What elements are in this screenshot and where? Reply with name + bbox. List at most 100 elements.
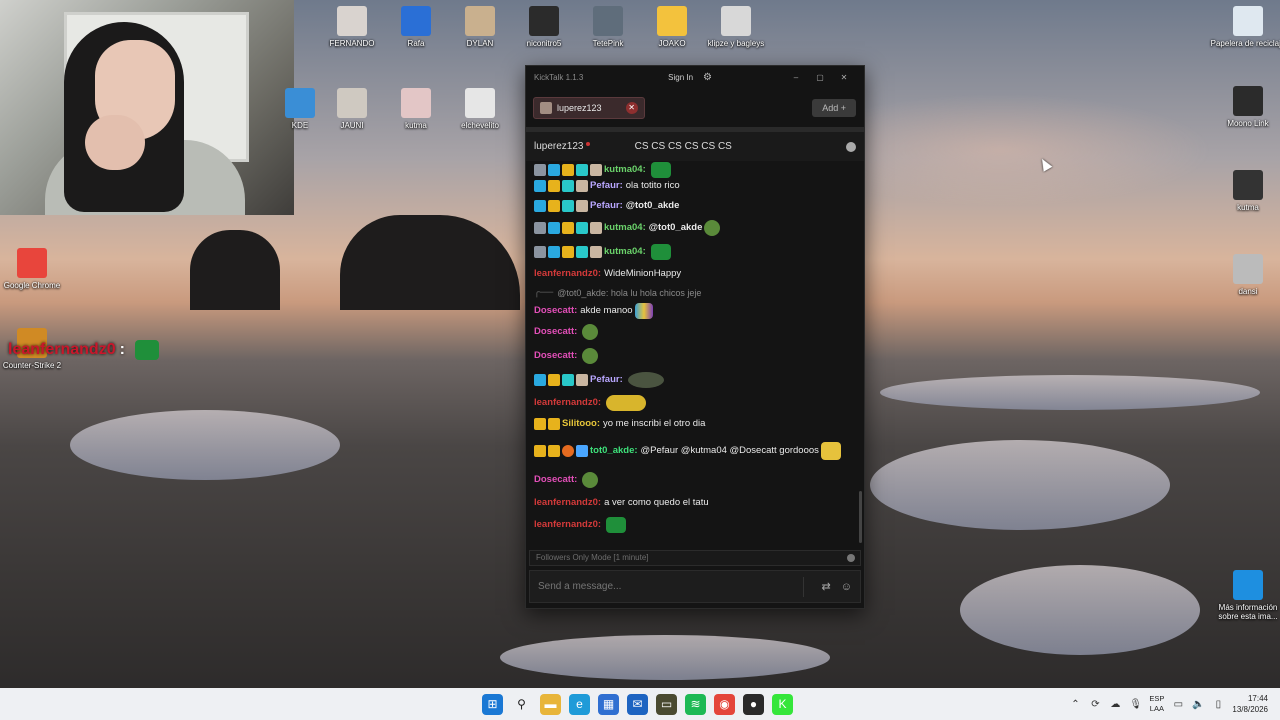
chat-username[interactable]: kutma04 (604, 163, 643, 177)
clock[interactable]: 17:44 13/8/2026 (1232, 693, 1268, 715)
green-emote[interactable] (650, 244, 671, 260)
desktop-shortcut[interactable]: klipze y bagleys (698, 6, 774, 48)
chat-username[interactable]: kutma04 (604, 221, 643, 235)
chat-message[interactable]: Dosecatt: (534, 468, 852, 492)
gold-badge-icon[interactable] (548, 445, 560, 457)
sign-in-button[interactable]: Sign In (668, 73, 693, 82)
chat-username[interactable]: Dosecatt (534, 304, 574, 318)
blue-badge-icon[interactable] (534, 200, 546, 212)
chat-username[interactable]: Dosecatt (534, 325, 574, 339)
kick-icon[interactable]: K (772, 693, 793, 715)
chat-message[interactable]: leanfernandz0: (534, 392, 852, 414)
chat-reply-line[interactable]: ╭── @tot0_akde: hola lu hola chicos jeje (534, 284, 852, 302)
store-icon[interactable]: ▦ (598, 693, 619, 715)
blue-badge-icon[interactable] (534, 180, 546, 192)
orange-badge-icon[interactable] (562, 445, 574, 457)
outlook-icon[interactable]: ✉ (627, 693, 648, 715)
pepe-emote[interactable] (582, 348, 599, 364)
file-explorer-icon[interactable]: ▬ (540, 693, 561, 715)
emote-picker-icon[interactable]: ☺ (841, 581, 852, 593)
green-emote[interactable] (606, 517, 627, 533)
chat-messages[interactable]: kutma04: Pefaur: ola totito rico Pefaur: @to… (526, 162, 860, 542)
microphone-icon[interactable]: 🎙 (1129, 699, 1142, 710)
chat-username[interactable]: Dosecatt (534, 473, 574, 487)
gold-badge-icon[interactable] (548, 418, 560, 430)
chat-username[interactable]: leanfernandz0 (534, 496, 598, 510)
desktop-shortcut[interactable]: Más información sobre esta ima... (1210, 570, 1280, 621)
grey-badge-icon[interactable] (534, 246, 546, 258)
chat-message[interactable]: Dosecatt: (534, 320, 852, 344)
obs-icon[interactable]: ● (743, 693, 764, 715)
gold-badge-icon[interactable] (562, 164, 574, 176)
tab-close-icon[interactable]: ✕ (625, 101, 638, 114)
cyan-badge-icon[interactable] (576, 246, 588, 258)
gold-badge-icon[interactable] (548, 200, 560, 212)
pepe-emote[interactable] (704, 220, 721, 236)
battery-icon[interactable]: ▯ (1212, 699, 1224, 710)
minimize-button[interactable]: – (784, 73, 808, 82)
sync-icon[interactable]: ⟳ (1089, 699, 1101, 710)
chevron-up-icon[interactable]: ⌃ (1069, 699, 1081, 710)
add-channel-button[interactable]: Add + (812, 98, 856, 117)
desktop-shortcut[interactable]: elchevelito (442, 88, 518, 130)
face-badge-icon[interactable] (590, 164, 602, 176)
spotify-icon[interactable]: ≋ (685, 693, 706, 715)
gold-badge-icon[interactable] (534, 445, 546, 457)
min-emote[interactable] (606, 395, 647, 411)
chat-username[interactable]: Dosecatt (534, 349, 574, 363)
desktop-shortcut[interactable]: Moono Link (1210, 86, 1280, 128)
blue-badge-icon[interactable] (534, 374, 546, 386)
chat-message[interactable]: leanfernandz0: WideMinionHappy (534, 264, 852, 284)
gear-icon[interactable]: ⚙ (703, 72, 712, 83)
gold-badge-icon[interactable] (562, 246, 574, 258)
chat-message[interactable]: Pefaur: @tot0_akde (534, 196, 852, 216)
chat-username[interactable]: Pefaur (590, 373, 620, 387)
desktop-shortcut[interactable]: kutma (1210, 170, 1280, 212)
chat-message[interactable]: kutma04: (534, 240, 852, 264)
blue-badge-icon[interactable] (548, 222, 560, 234)
chat-username[interactable]: kutma04 (604, 245, 643, 259)
chat-message[interactable]: Dosecatt: (534, 344, 852, 368)
search-icon[interactable]: ⚲ (511, 693, 532, 715)
grey-badge-icon[interactable] (534, 164, 546, 176)
tab-luperez123[interactable]: luperez123 ✕ (533, 96, 645, 119)
chat-username[interactable]: Pefaur (590, 179, 620, 193)
info-icon[interactable] (847, 554, 855, 562)
green-emote[interactable] (650, 162, 671, 178)
chat-message[interactable]: Pefaur: (534, 368, 852, 392)
cyan-badge-icon[interactable] (562, 374, 574, 386)
edge-icon[interactable]: e (569, 693, 590, 715)
desktop-shortcut[interactable]: Papelera de reciclaje (1210, 6, 1280, 48)
face-badge-icon[interactable] (576, 180, 588, 192)
chat-username[interactable]: Pefaur (590, 199, 620, 213)
chat-username[interactable]: tot0_akde (590, 444, 634, 458)
gold-badge-icon[interactable] (548, 374, 560, 386)
windows-start-icon[interactable]: ⊞ (482, 693, 503, 715)
maximize-button[interactable]: ▢ (808, 73, 832, 82)
chat-message[interactable]: tot0_akde: @Pefaur @kutma04 @Dosecatt gor… (534, 434, 852, 468)
cyan-badge-icon[interactable] (576, 164, 588, 176)
hand-emote[interactable] (820, 442, 841, 460)
cyan-badge-icon[interactable] (576, 222, 588, 234)
blue-badge-icon[interactable] (548, 164, 560, 176)
message-input[interactable] (538, 581, 795, 592)
gold-badge-icon[interactable] (534, 418, 546, 430)
chat-message[interactable]: kutma04: (534, 162, 852, 178)
gold-badge-icon[interactable] (548, 180, 560, 192)
desktop-shortcut[interactable]: dansi (1210, 254, 1280, 296)
chat-username[interactable]: leanfernandz0 (534, 518, 598, 532)
chat-message[interactable]: Silitooo: yo me inscribi el otro dia (534, 414, 852, 434)
desktop-shortcut[interactable]: Google Chrome (0, 248, 70, 290)
chat-scrollbar[interactable] (859, 491, 862, 543)
chat-username[interactable]: leanfernandz0 (534, 267, 598, 281)
chat-message[interactable]: Pefaur: ola totito rico (534, 176, 852, 196)
pepe-emote[interactable] (582, 472, 599, 488)
user-icon[interactable] (846, 141, 856, 152)
chat-username[interactable]: Silitooo (562, 417, 597, 431)
ice-badge-icon[interactable] (576, 445, 588, 457)
monitor-icon[interactable]: ▭ (1172, 699, 1184, 710)
pepe-emote[interactable] (582, 324, 599, 340)
speaker-icon[interactable]: 🔈 (1192, 699, 1204, 710)
dark-emote[interactable] (627, 372, 664, 388)
chat-username[interactable]: leanfernandz0 (534, 396, 598, 410)
